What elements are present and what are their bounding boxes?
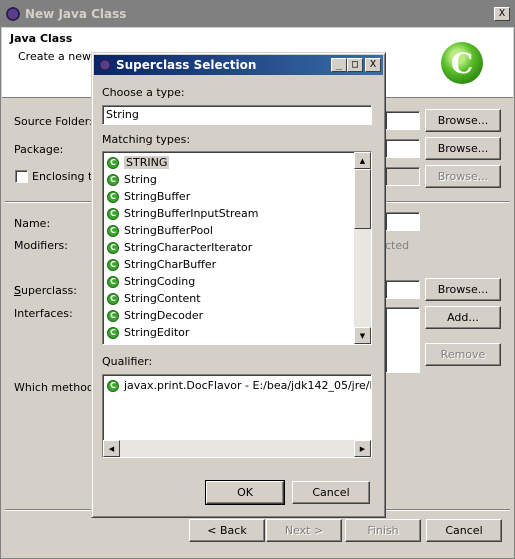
- eclipse-class-wizard-logo-icon: C: [441, 42, 483, 84]
- list-item-label: StringCharacterIterator: [124, 241, 253, 254]
- browse-source-folder-button[interactable]: Browse...: [425, 109, 501, 132]
- next-button: Next >: [266, 519, 342, 542]
- class-icon: C: [107, 207, 119, 220]
- list-item-label: StringCoding: [124, 275, 196, 288]
- list-item-label: STRING: [124, 156, 170, 169]
- class-icon: C: [107, 292, 119, 305]
- list-item-label: StringCharBuffer: [124, 258, 217, 271]
- class-icon: C: [107, 309, 119, 322]
- list-item[interactable]: C StringBuffer: [103, 188, 355, 205]
- list-item[interactable]: C StringBufferPool: [103, 222, 355, 239]
- list-item[interactable]: C StringDecoder: [103, 307, 355, 324]
- back-button[interactable]: < Back: [189, 519, 265, 542]
- browse-enclosing-button: Browse...: [425, 165, 501, 188]
- list-item-label: String: [124, 173, 157, 186]
- list-item[interactable]: C String: [103, 171, 355, 188]
- list-item[interactable]: C StringCharBuffer: [103, 256, 355, 273]
- dialog-close-button[interactable]: X: [365, 58, 381, 72]
- ok-button[interactable]: OK: [205, 480, 285, 505]
- enclosing-type-label: Enclosing ty: [32, 170, 99, 183]
- scroll-left-arrow-icon[interactable]: ◀: [103, 440, 120, 457]
- list-item-label: StringEditor: [124, 326, 190, 339]
- eclipse-icon: [5, 6, 21, 22]
- dialog-minimize-button[interactable]: _: [331, 58, 347, 72]
- scroll-up-arrow-icon[interactable]: ▲: [354, 152, 371, 169]
- finish-button: Finish: [345, 519, 421, 542]
- class-icon: C: [107, 190, 119, 203]
- package-label: Package:: [14, 143, 64, 156]
- class-icon: C: [107, 224, 119, 237]
- remove-interface-button: Remove: [425, 343, 501, 366]
- dialog-eclipse-icon: [98, 58, 112, 72]
- list-item-label: StringBufferPool: [124, 224, 213, 237]
- list-item[interactable]: C StringEditor: [103, 324, 355, 341]
- superclass-field[interactable]: [385, 280, 420, 299]
- matching-types-list[interactable]: C STRING C String C StringBuffer C StringBuffer…: [102, 151, 372, 345]
- qualifier-list[interactable]: C javax.print.DocFlavor - E:/bea/jdk142_…: [102, 374, 372, 458]
- dialog-title: Superclass Selection: [116, 58, 257, 72]
- list-item[interactable]: C StringBufferInputStream: [103, 205, 355, 222]
- scroll-thumb[interactable]: [354, 169, 371, 229]
- list-item-label: StringBufferInputStream: [124, 207, 259, 220]
- browse-superclass-button[interactable]: Browse...: [425, 278, 501, 301]
- enclosing-type-checkbox[interactable]: [15, 170, 28, 183]
- modifiers-label: Modifiers:: [14, 239, 68, 252]
- class-icon: C: [107, 241, 119, 254]
- class-icon: C: [107, 379, 119, 392]
- class-icon: C: [107, 326, 119, 339]
- cancel-button[interactable]: Cancel: [426, 519, 502, 542]
- modifiers-option-text: cted: [385, 239, 410, 252]
- list-item[interactable]: C StringContent: [103, 290, 355, 307]
- list-item-label: StringContent: [124, 292, 201, 305]
- method-stubs-label: Which method s: [14, 381, 104, 394]
- wizard-message: Create a new J: [18, 50, 98, 63]
- qualifier-scrollbar[interactable]: ◀ ▶: [103, 440, 371, 457]
- interfaces-list[interactable]: [385, 307, 420, 373]
- superclass-label: SSuperclass:: [13, 284, 77, 297]
- class-icon: C: [107, 275, 119, 288]
- matching-types-items: C STRING C String C StringBuffer C StringBuffer…: [103, 152, 355, 341]
- main-close-button[interactable]: X: [494, 7, 510, 21]
- type-filter-input[interactable]: String: [102, 105, 372, 125]
- list-item-label: StringDecoder: [124, 309, 204, 322]
- interfaces-label: Interfaces:: [14, 307, 73, 320]
- matching-types-scrollbar[interactable]: ▲ ▼: [354, 152, 371, 344]
- dialog-maximize-button[interactable]: □: [347, 58, 363, 72]
- browse-package-button[interactable]: Browse...: [425, 137, 501, 160]
- choose-type-label: Choose a type:: [102, 86, 185, 99]
- dialog-cancel-button[interactable]: Cancel: [292, 481, 370, 504]
- list-item[interactable]: C StringCoding: [103, 273, 355, 290]
- superclass-label-text: Superclass:: [13, 284, 77, 297]
- qualifier-item[interactable]: C javax.print.DocFlavor - E:/bea/jdk142_…: [103, 377, 371, 394]
- main-titlebar[interactable]: New Java Class X: [1, 1, 514, 27]
- name-label: Name:: [14, 217, 51, 230]
- qualifier-item-label: javax.print.DocFlavor - E:/bea/jdk142_05…: [124, 379, 372, 392]
- list-item[interactable]: C STRING: [103, 154, 355, 171]
- name-field[interactable]: [385, 212, 420, 231]
- matching-types-label: Matching types:: [102, 133, 191, 146]
- qualifier-label: Qualifier:: [102, 355, 153, 368]
- main-window-title: New Java Class: [25, 7, 127, 21]
- class-icon: C: [107, 156, 119, 169]
- superclass-selection-dialog: Superclass Selection _ □ X Choose a type…: [91, 52, 386, 518]
- scroll-down-arrow-icon[interactable]: ▼: [354, 327, 371, 344]
- class-icon: C: [107, 258, 119, 271]
- source-folder-label: Source Folder:: [14, 115, 93, 128]
- scroll-right-arrow-icon[interactable]: ▶: [354, 440, 371, 457]
- list-item-label: StringBuffer: [124, 190, 191, 203]
- list-item[interactable]: C StringCharacterIterator: [103, 239, 355, 256]
- wizard-title: Java Class: [10, 32, 73, 45]
- source-folder-field[interactable]: [385, 111, 420, 130]
- package-field[interactable]: [385, 139, 420, 158]
- dialog-titlebar[interactable]: Superclass Selection _ □ X: [94, 55, 383, 75]
- enclosing-type-field: [385, 167, 420, 186]
- add-interface-button[interactable]: Add...: [425, 306, 501, 329]
- class-icon: C: [107, 173, 119, 186]
